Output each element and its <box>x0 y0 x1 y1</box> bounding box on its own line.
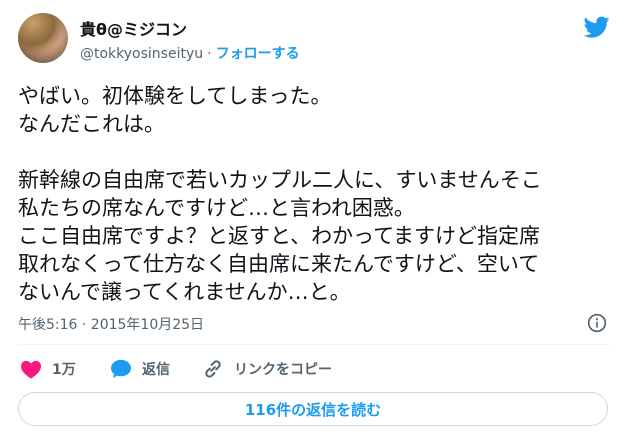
read-replies-label: 116件の返信を読む <box>244 400 382 419</box>
read-replies-button[interactable]: 116件の返信を読む <box>18 392 608 426</box>
separator: · <box>207 46 212 62</box>
reply-label: 返信 <box>142 362 170 378</box>
tweet-text: やばい。初体験をしてしまった。 なんだこれは。 新幹線の自由席で若いカップル二人… <box>18 82 618 306</box>
handle-line: @tokkyosinseityu · フォローする <box>80 43 300 63</box>
tweet-line: 取れなくって仕方なく自由席に来たんですけど、空いて <box>18 252 540 276</box>
reply-button[interactable]: 返信 <box>110 356 170 382</box>
follow-button[interactable]: フォローする <box>216 46 300 62</box>
copy-link-button[interactable]: リンクをコピー <box>202 356 332 382</box>
tweet-line: ここ自由席ですよ？と返すと、わかってますけど指定席 <box>18 224 541 248</box>
avatar[interactable] <box>18 13 68 63</box>
tweet-line <box>18 138 618 166</box>
tweet-card: 貴θ@ミジコン @tokkyosinseityu · フォローする やばい。初体験を… <box>0 0 626 438</box>
tweet-line: 新幹線の自由席で若いカップル二人に、すいませんそこ <box>18 168 542 192</box>
like-button[interactable]: 1万 <box>20 356 76 382</box>
tweet-line: ないんで譲ってくれませんか…と。 <box>18 280 351 304</box>
divider <box>18 344 610 345</box>
info-icon[interactable] <box>587 313 607 333</box>
display-name[interactable]: 貴θ@ミジコン <box>80 16 187 40</box>
tweet-line: なんだこれは。 <box>18 112 165 136</box>
link-icon <box>205 360 221 378</box>
twitter-bird-icon[interactable] <box>582 14 612 40</box>
timestamp[interactable]: 午後5:16 · 2015年10月25日 <box>18 314 204 334</box>
copy-link-label: リンクをコピー <box>234 362 332 378</box>
speech-bubble-icon <box>111 359 131 379</box>
tweet-line: 私たちの席なんですけど…と言われ困惑。 <box>18 196 415 220</box>
user-handle[interactable]: @tokkyosinseityu <box>80 46 203 62</box>
tweet-line: やばい。初体験をしてしまった。 <box>18 84 332 108</box>
heart-icon <box>21 360 41 379</box>
like-count: 1万 <box>52 362 76 378</box>
